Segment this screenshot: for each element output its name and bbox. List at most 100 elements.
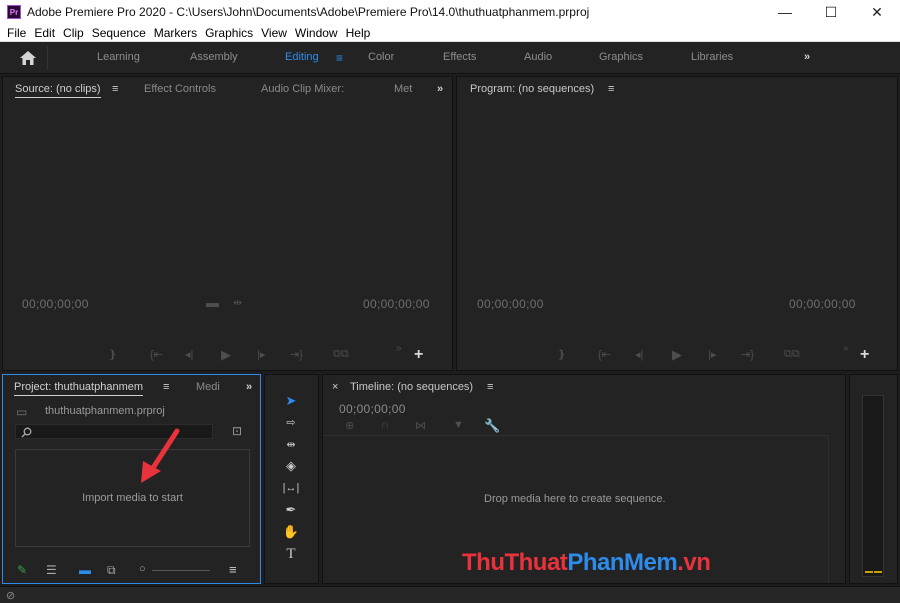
tab-metadata[interactable]: Met	[394, 83, 412, 95]
program-go-to-out-icon[interactable]: ⇥}	[741, 348, 754, 361]
tab-program[interactable]: Program: (no sequences)	[470, 83, 594, 97]
go-to-in-icon[interactable]: {⇤	[150, 348, 163, 361]
fit-icon[interactable]: ⇹	[233, 296, 242, 309]
timeline-scrollbar[interactable]	[828, 435, 829, 583]
settings-icon[interactable]: ▬	[206, 295, 219, 310]
menu-graphics[interactable]: Graphics	[205, 26, 253, 40]
home-button[interactable]	[8, 46, 48, 70]
timeline-close-icon[interactable]: ×	[332, 381, 338, 393]
track-select-tool-icon[interactable]: ⇨	[278, 413, 304, 431]
program-lift-icon[interactable]: ⧉⧉	[784, 348, 800, 361]
insert-icon[interactable]: ⧉⧉	[333, 348, 349, 361]
razor-tool-icon[interactable]: ◈	[278, 457, 304, 475]
menu-markers[interactable]: Markers	[154, 26, 197, 40]
workspace-libraries[interactable]: Libraries	[691, 51, 733, 63]
workspace-graphics[interactable]: Graphics	[599, 51, 643, 63]
menu-view[interactable]: View	[261, 26, 287, 40]
status-bar: ⊘	[0, 586, 900, 603]
workspace-more-icon[interactable]: »	[804, 51, 810, 63]
home-icon	[19, 51, 36, 65]
watermark-logo: ThuThuatPhanMem.vn	[462, 549, 711, 576]
menu-file[interactable]: File	[7, 26, 26, 40]
timeline-timecode[interactable]: 00;00;00;00	[339, 402, 406, 416]
menu-bar: File Edit Clip Sequence Markers Graphics…	[0, 24, 900, 42]
source-panel-menu-icon[interactable]: ≡	[112, 83, 118, 95]
program-more-buttons-icon[interactable]: »	[843, 343, 849, 354]
snap-icon[interactable]: ∩	[381, 419, 389, 431]
menu-edit[interactable]: Edit	[34, 26, 55, 40]
zoom-slider-track[interactable]	[152, 570, 210, 571]
project-more-icon[interactable]: »	[246, 381, 252, 393]
add-marker-icon[interactable]: ▼	[453, 419, 464, 431]
title-bar: Pr Adobe Premiere Pro 2020 - C:\Users\Jo…	[0, 0, 900, 24]
hand-tool-icon[interactable]: ✋	[278, 523, 304, 541]
red-arrow-annotation	[141, 428, 180, 483]
source-more-buttons-icon[interactable]: »	[396, 343, 402, 354]
source-more-icon[interactable]: »	[437, 83, 443, 95]
tab-effect-controls[interactable]: Effect Controls	[144, 83, 216, 95]
zoom-slider-handle[interactable]: ○	[139, 563, 146, 575]
project-panel-menu-icon[interactable]: ≡	[163, 381, 169, 393]
tab-source[interactable]: Source: (no clips)	[15, 83, 101, 98]
play-icon[interactable]: ▶	[221, 347, 231, 363]
workspace-editing[interactable]: Editing	[285, 51, 319, 63]
pencil-icon[interactable]: ✎	[17, 563, 27, 577]
step-forward-icon[interactable]: |▸	[257, 348, 265, 361]
program-button-editor-icon[interactable]: +	[860, 346, 869, 364]
type-tool-icon[interactable]: T	[278, 545, 304, 563]
timeline-empty-text: Drop media here to create sequence.	[484, 493, 666, 505]
list-view-icon[interactable]: ☰	[46, 563, 57, 577]
project-file-icon: ▭	[16, 405, 28, 419]
program-play-icon[interactable]: ▶	[672, 347, 682, 363]
status-link-icon[interactable]: ⊘	[6, 589, 15, 602]
menu-help[interactable]: Help	[346, 26, 371, 40]
premiere-app-icon: Pr	[7, 5, 21, 19]
program-mark-in-icon[interactable]: ❵	[557, 348, 566, 361]
window-title: Adobe Premiere Pro 2020 - C:\Users\John\…	[27, 5, 590, 19]
workspace-audio[interactable]: Audio	[524, 51, 552, 63]
program-go-to-in-icon[interactable]: {⇤	[598, 348, 611, 361]
icon-view-icon[interactable]: ▬	[79, 563, 91, 577]
menu-window[interactable]: Window	[295, 26, 338, 40]
workspace-color[interactable]: Color	[368, 51, 394, 63]
go-to-out-icon[interactable]: ⇥}	[290, 348, 303, 361]
pen-tool-icon[interactable]: ✒	[278, 501, 304, 519]
menu-clip[interactable]: Clip	[63, 26, 84, 40]
slip-tool-icon[interactable]: |↔|	[278, 479, 304, 497]
program-timecode-current[interactable]: 00;00;00;00	[477, 297, 544, 311]
program-step-forward-icon[interactable]: |▸	[708, 348, 716, 361]
maximize-button[interactable]: ☐	[808, 0, 854, 24]
timeline-panel-menu-icon[interactable]: ≡	[487, 381, 493, 393]
tab-timeline[interactable]: Timeline: (no sequences)	[350, 381, 473, 393]
audio-meter	[862, 395, 884, 577]
freeform-view-icon[interactable]: ⧉	[107, 563, 116, 578]
workspace-assembly[interactable]: Assembly	[190, 51, 238, 63]
source-timecode-current[interactable]: 00;00;00;00	[22, 297, 89, 311]
nest-icon[interactable]: ⊕	[345, 419, 354, 432]
tab-project[interactable]: Project: thuthuatphanmem	[14, 381, 144, 396]
project-panel: Project: thuthuatphanmem ≡ Medi » ▭ thut…	[2, 374, 261, 584]
program-timecode-duration: 00;00;00;00	[789, 297, 856, 311]
workspace-menu-icon[interactable]: ≡	[336, 51, 343, 65]
wrench-icon[interactable]: 🔧	[484, 418, 500, 434]
button-editor-icon[interactable]: +	[414, 346, 423, 364]
mark-in-icon[interactable]: ❵	[108, 348, 117, 361]
import-drop-zone[interactable]: Import media to start	[15, 449, 250, 547]
program-step-back-icon[interactable]: ◂|	[635, 348, 643, 361]
tab-audio-clip-mixer[interactable]: Audio Clip Mixer:	[261, 83, 344, 95]
tab-media-browser[interactable]: Medi	[196, 381, 220, 393]
minimize-button[interactable]: —	[762, 0, 808, 24]
step-back-icon[interactable]: ◂|	[185, 348, 193, 361]
workspace-learning[interactable]: Learning	[97, 51, 140, 63]
ripple-edit-tool-icon[interactable]: ⇹	[278, 435, 304, 453]
workspace-effects[interactable]: Effects	[443, 51, 476, 63]
linked-selection-icon[interactable]: ⋈	[415, 419, 426, 432]
program-panel-menu-icon[interactable]: ≡	[608, 83, 614, 95]
import-media-text: Import media to start	[82, 492, 183, 504]
selection-tool-icon[interactable]: ➤	[278, 392, 304, 410]
menu-sequence[interactable]: Sequence	[92, 26, 146, 40]
new-bin-from-search-icon[interactable]: ⊡	[232, 424, 242, 438]
close-button[interactable]: ✕	[854, 0, 900, 24]
sort-icon[interactable]: ≡	[229, 562, 237, 577]
program-monitor-panel: Program: (no sequences) ≡ 00;00;00;00 00…	[456, 76, 898, 371]
